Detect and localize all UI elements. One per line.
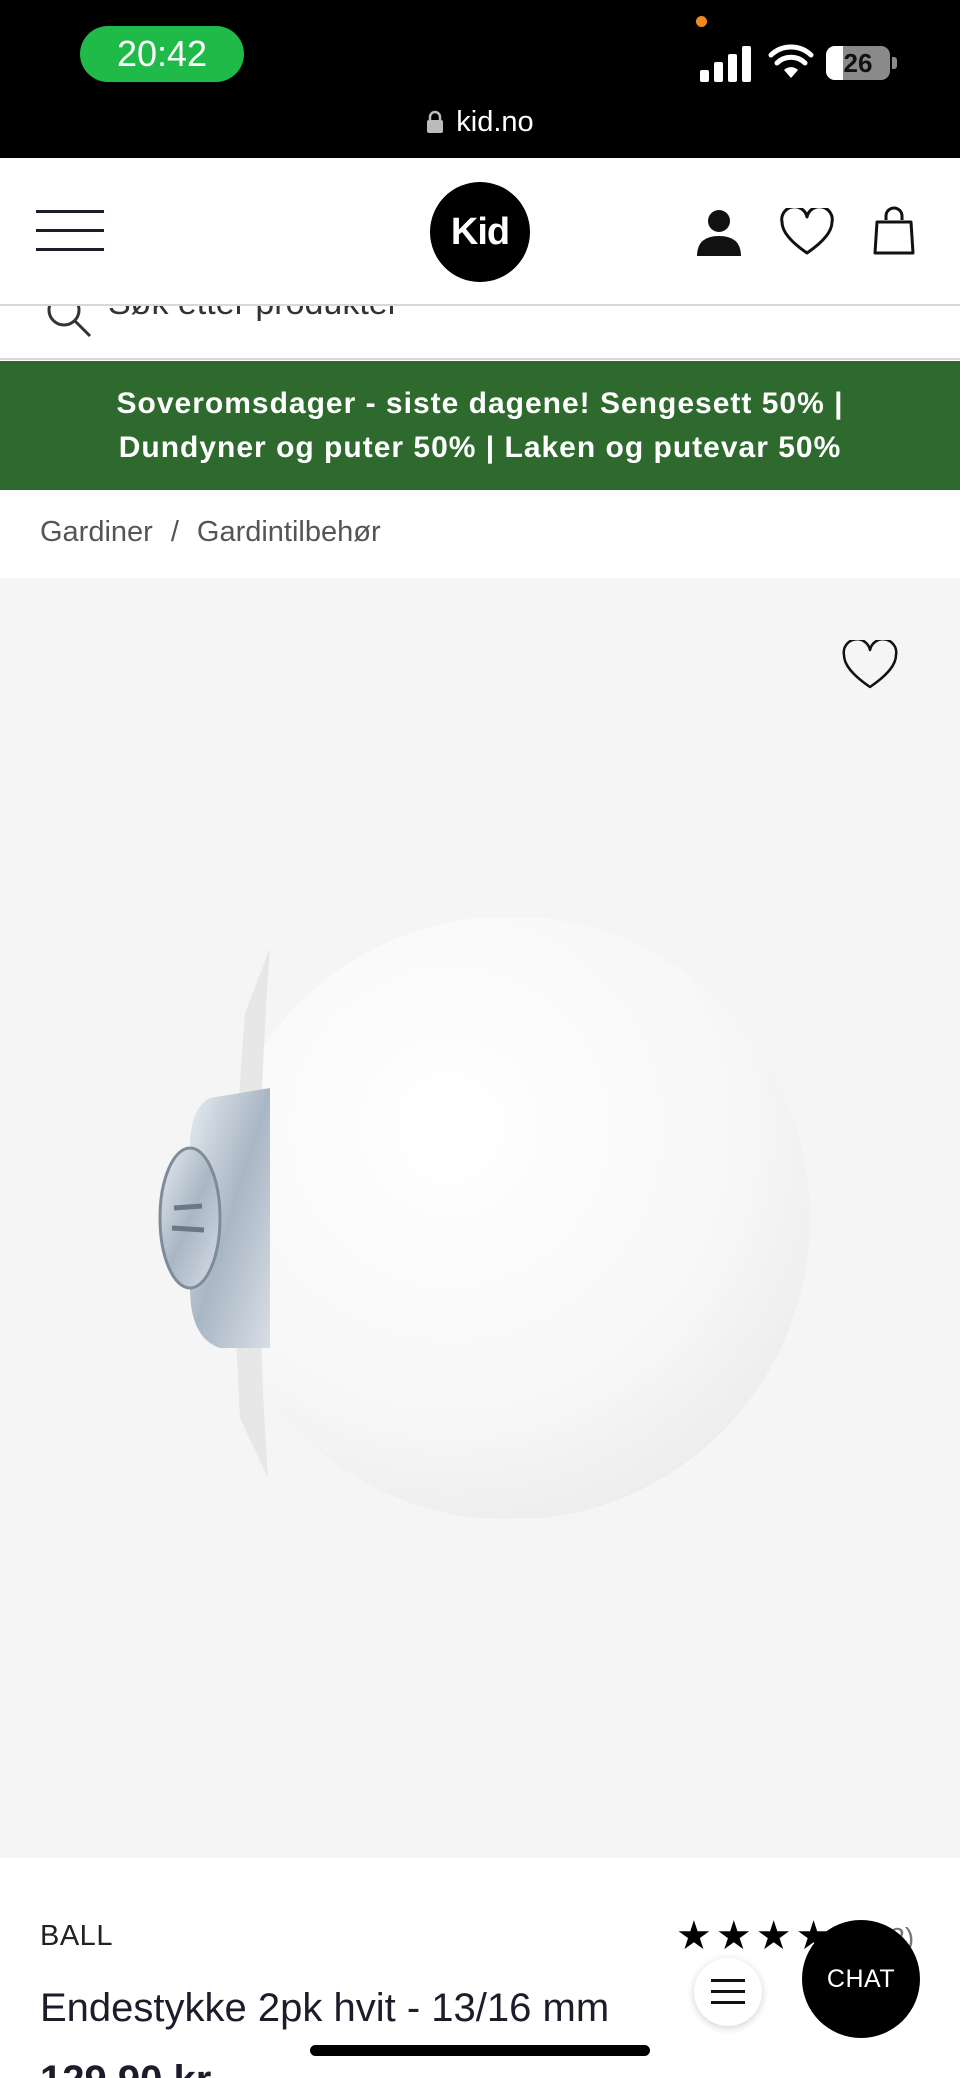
breadcrumb-separator: / bbox=[170, 515, 179, 548]
bag-icon[interactable] bbox=[872, 206, 916, 256]
floating-menu-button[interactable] bbox=[694, 1958, 762, 2026]
star-icon: ★ bbox=[676, 1914, 712, 1958]
home-indicator bbox=[310, 2045, 650, 2056]
product-title: Endestykke 2pk hvit - 13/16 mm bbox=[40, 1986, 610, 2030]
cellular-signal-icon bbox=[700, 46, 751, 82]
product-photo bbox=[158, 918, 810, 1518]
promo-line-2: Dundyner og puter 50% | Laken og putevar… bbox=[118, 430, 842, 464]
clock: 20:42 bbox=[80, 26, 244, 82]
star-icon: ★ bbox=[755, 1914, 792, 1958]
list-icon bbox=[711, 1979, 745, 2004]
search-input[interactable]: Søk etter produkter bbox=[108, 306, 399, 323]
product-brand[interactable]: BALL bbox=[40, 1920, 113, 1953]
kid-logo[interactable]: Kid bbox=[430, 182, 530, 282]
site-header: Kid bbox=[0, 158, 960, 304]
chat-button[interactable]: CHAT bbox=[802, 1920, 920, 2038]
favorite-heart-icon[interactable] bbox=[842, 640, 898, 690]
lock-icon bbox=[427, 110, 444, 133]
url-text: kid.no bbox=[456, 105, 534, 138]
battery-percent: 26 bbox=[843, 47, 873, 78]
menu-icon[interactable] bbox=[36, 210, 104, 252]
privacy-indicator-dot bbox=[696, 16, 707, 27]
search-icon bbox=[47, 306, 92, 338]
wifi-icon bbox=[768, 44, 814, 78]
battery-icon: 26 bbox=[826, 46, 897, 80]
promo-banner[interactable]: Soveromsdager - siste dagene! Sengesett … bbox=[0, 361, 960, 490]
search-bar[interactable]: Søk etter produkter bbox=[0, 304, 960, 360]
promo-line-1: Soveromsdager - siste dagene! Sengesett … bbox=[116, 386, 844, 420]
breadcrumb-item-gardintilbehor[interactable]: Gardintilbehør bbox=[197, 516, 381, 549]
product-price: 129,90 kr bbox=[40, 2058, 211, 2078]
star-icon: ★ bbox=[715, 1914, 752, 1958]
breadcrumb: Gardiner / Gardintilbehør bbox=[40, 510, 381, 554]
breadcrumb-item-gardiner[interactable]: Gardiner bbox=[40, 516, 153, 549]
product-image-gallery[interactable] bbox=[0, 578, 960, 1858]
address-bar[interactable]: kid.no bbox=[0, 100, 960, 144]
heart-icon[interactable] bbox=[780, 208, 834, 256]
user-icon[interactable] bbox=[696, 208, 742, 256]
status-bar: 20:42 26 kid.no bbox=[0, 0, 960, 158]
